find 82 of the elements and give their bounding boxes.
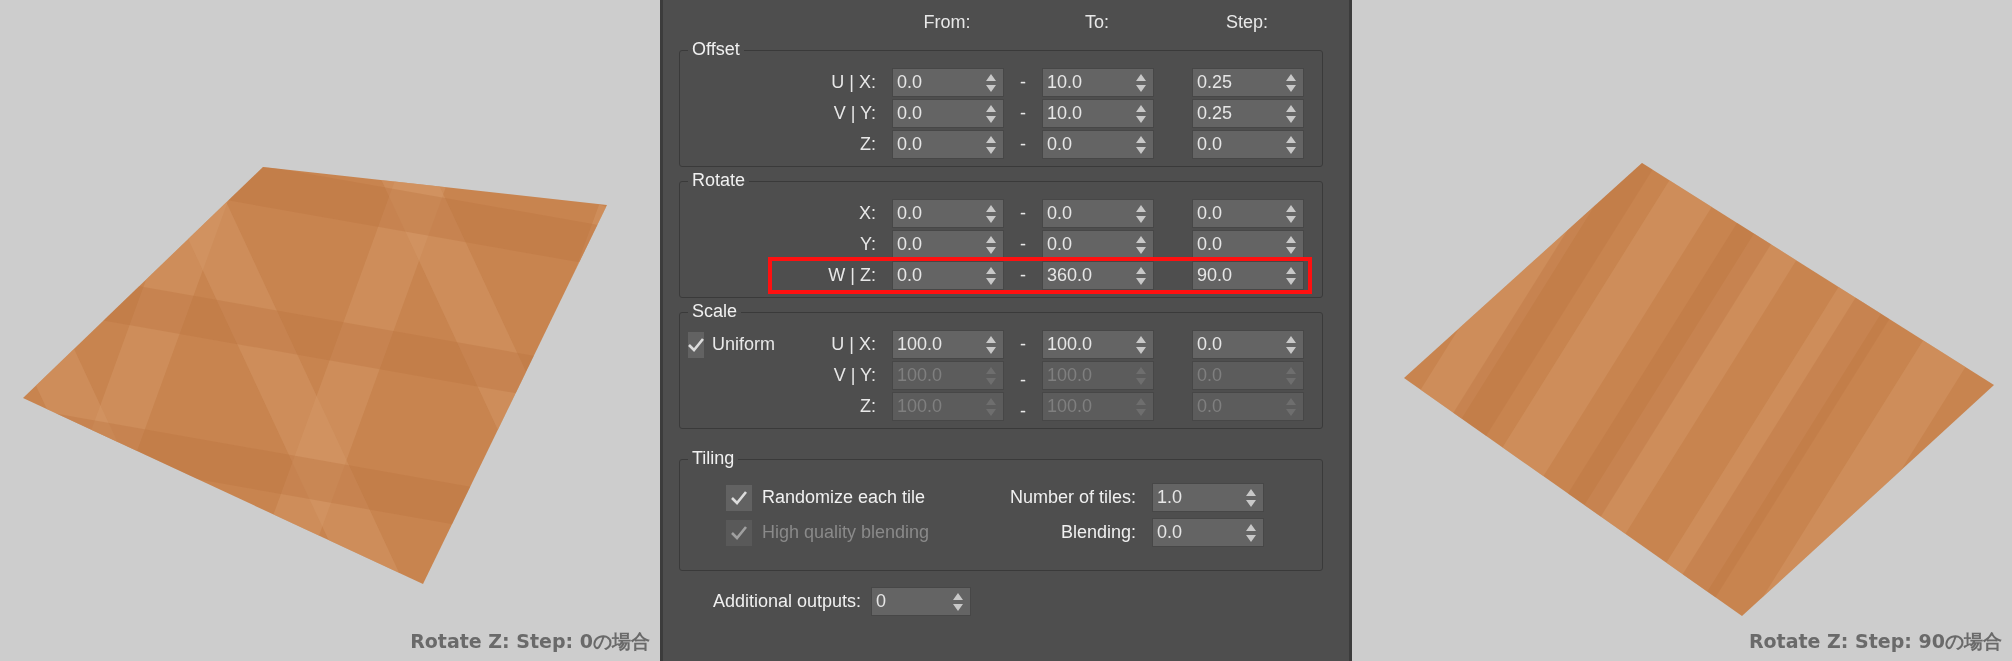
spinner-arrows-icon[interactable] bbox=[952, 591, 965, 612]
axis-label: Z: bbox=[860, 133, 876, 156]
checkbox[interactable] bbox=[688, 331, 704, 358]
checkbox-label: High quality blending bbox=[762, 521, 930, 544]
range-dash: - bbox=[1019, 264, 1027, 287]
spinner-arrows-icon[interactable] bbox=[985, 334, 997, 355]
checkbox-label: Randomize each tile bbox=[762, 486, 926, 509]
range-dash: - bbox=[1019, 102, 1027, 125]
spinner-field[interactable]: 0.25 bbox=[1192, 68, 1304, 97]
spinner-arrows-icon[interactable] bbox=[1285, 103, 1297, 124]
range-dash: - bbox=[1019, 71, 1027, 94]
spinner-field[interactable]: 90.0 bbox=[1192, 261, 1304, 290]
spinner-field[interactable]: 0.0 bbox=[892, 130, 1004, 159]
spinner-field[interactable]: 100.0 bbox=[1042, 330, 1154, 359]
spinner-field[interactable]: 0.0 bbox=[1042, 230, 1154, 259]
spinner-field[interactable]: 0.0 bbox=[892, 199, 1004, 228]
spinner-arrows-icon[interactable] bbox=[985, 72, 997, 93]
spinner-arrows-icon[interactable] bbox=[1245, 487, 1257, 508]
axis-label: Y: bbox=[860, 233, 876, 256]
checkmark-icon bbox=[731, 490, 747, 505]
spinner-field[interactable]: 0.0 bbox=[892, 230, 1004, 259]
range-dash: - bbox=[1019, 333, 1027, 356]
spinner-field[interactable]: 10.0 bbox=[1042, 99, 1154, 128]
checkmark-icon bbox=[731, 525, 747, 540]
column-header: To: bbox=[1084, 11, 1110, 34]
spinner-field[interactable]: 0.0 bbox=[1192, 230, 1304, 259]
spinner-field[interactable]: 1.0 bbox=[1152, 483, 1264, 512]
axis-label: V | Y: bbox=[833, 364, 876, 387]
spinner-arrows-icon[interactable] bbox=[985, 203, 997, 224]
range-dash: - bbox=[1019, 400, 1027, 423]
axis-label: W | Z: bbox=[828, 264, 876, 287]
column-header: Step: bbox=[1225, 11, 1269, 34]
spinner-field[interactable]: 10.0 bbox=[1042, 68, 1154, 97]
spinner-arrows-icon[interactable] bbox=[985, 103, 997, 124]
checkmark-icon bbox=[688, 337, 704, 352]
checkbox[interactable] bbox=[726, 484, 752, 511]
spinner-arrows-icon[interactable] bbox=[985, 265, 997, 286]
spinner-arrows-icon[interactable] bbox=[1135, 334, 1147, 355]
spinner-field[interactable]: 0.0 bbox=[1152, 518, 1264, 547]
spinner-field[interactable]: 0.0 bbox=[892, 68, 1004, 97]
spinner-field[interactable]: 0.0 bbox=[1042, 199, 1154, 228]
spinner-arrows-icon[interactable] bbox=[1135, 203, 1147, 224]
spinner-arrows-icon[interactable] bbox=[1135, 103, 1147, 124]
spinner-label: Number of tiles: bbox=[1008, 486, 1136, 509]
axis-label: X: bbox=[859, 202, 876, 225]
spinner-arrows-icon[interactable] bbox=[1285, 203, 1297, 224]
spinner-field[interactable]: 0.0 bbox=[1192, 130, 1304, 159]
axis-label: V | Y: bbox=[833, 102, 876, 125]
spinner-field[interactable]: 360.0 bbox=[1042, 261, 1154, 290]
range-dash: - bbox=[1019, 133, 1027, 156]
spinner-field[interactable]: 0.0 bbox=[1192, 330, 1304, 359]
spinner-arrows-icon[interactable] bbox=[1135, 134, 1147, 155]
spinner-field[interactable]: 0.0 bbox=[892, 99, 1004, 128]
spinner-field[interactable]: 100.0 bbox=[892, 330, 1004, 359]
spinner-field[interactable]: 0.25 bbox=[1192, 99, 1304, 128]
spinner-arrows-icon[interactable] bbox=[1135, 265, 1147, 286]
axis-label: Z: bbox=[860, 395, 876, 418]
range-dash: - bbox=[1019, 233, 1027, 256]
range-dash: - bbox=[1019, 369, 1027, 392]
spinner-field[interactable]: 0.0 bbox=[1042, 130, 1154, 159]
spinner-arrows-icon[interactable] bbox=[1285, 234, 1297, 255]
spinner-arrows-icon[interactable] bbox=[1285, 334, 1297, 355]
axis-label: U | X: bbox=[831, 71, 876, 94]
column-header: From: bbox=[922, 11, 972, 34]
spinner-arrows-icon[interactable] bbox=[1285, 72, 1297, 93]
spinner-arrows-icon[interactable] bbox=[1135, 72, 1147, 93]
spinner-arrows-icon[interactable] bbox=[985, 134, 997, 155]
axis-label: U | X: bbox=[831, 333, 876, 356]
spinner-field[interactable]: 0.0 bbox=[892, 261, 1004, 290]
spinner-arrows-icon[interactable] bbox=[1135, 234, 1147, 255]
spinner-field[interactable]: 0 bbox=[871, 587, 972, 616]
viewport-caption: Rotate Z: Step: 0の場合 bbox=[410, 628, 650, 654]
field-label: Additional outputs: bbox=[713, 590, 862, 613]
checkbox-label: Uniform bbox=[712, 333, 775, 356]
spinner-field[interactable]: 0.0 bbox=[1192, 199, 1304, 228]
spinner-arrows-icon[interactable] bbox=[1245, 522, 1257, 543]
spinner-label: Blending: bbox=[1059, 521, 1136, 544]
range-dash: - bbox=[1019, 202, 1027, 225]
viewport-caption: Rotate Z: Step: 90の場合 bbox=[1748, 628, 2002, 654]
spinner-arrows-icon[interactable] bbox=[1285, 265, 1297, 286]
spinner-arrows-icon[interactable] bbox=[985, 234, 997, 255]
spinner-arrows-icon[interactable] bbox=[1285, 134, 1297, 155]
